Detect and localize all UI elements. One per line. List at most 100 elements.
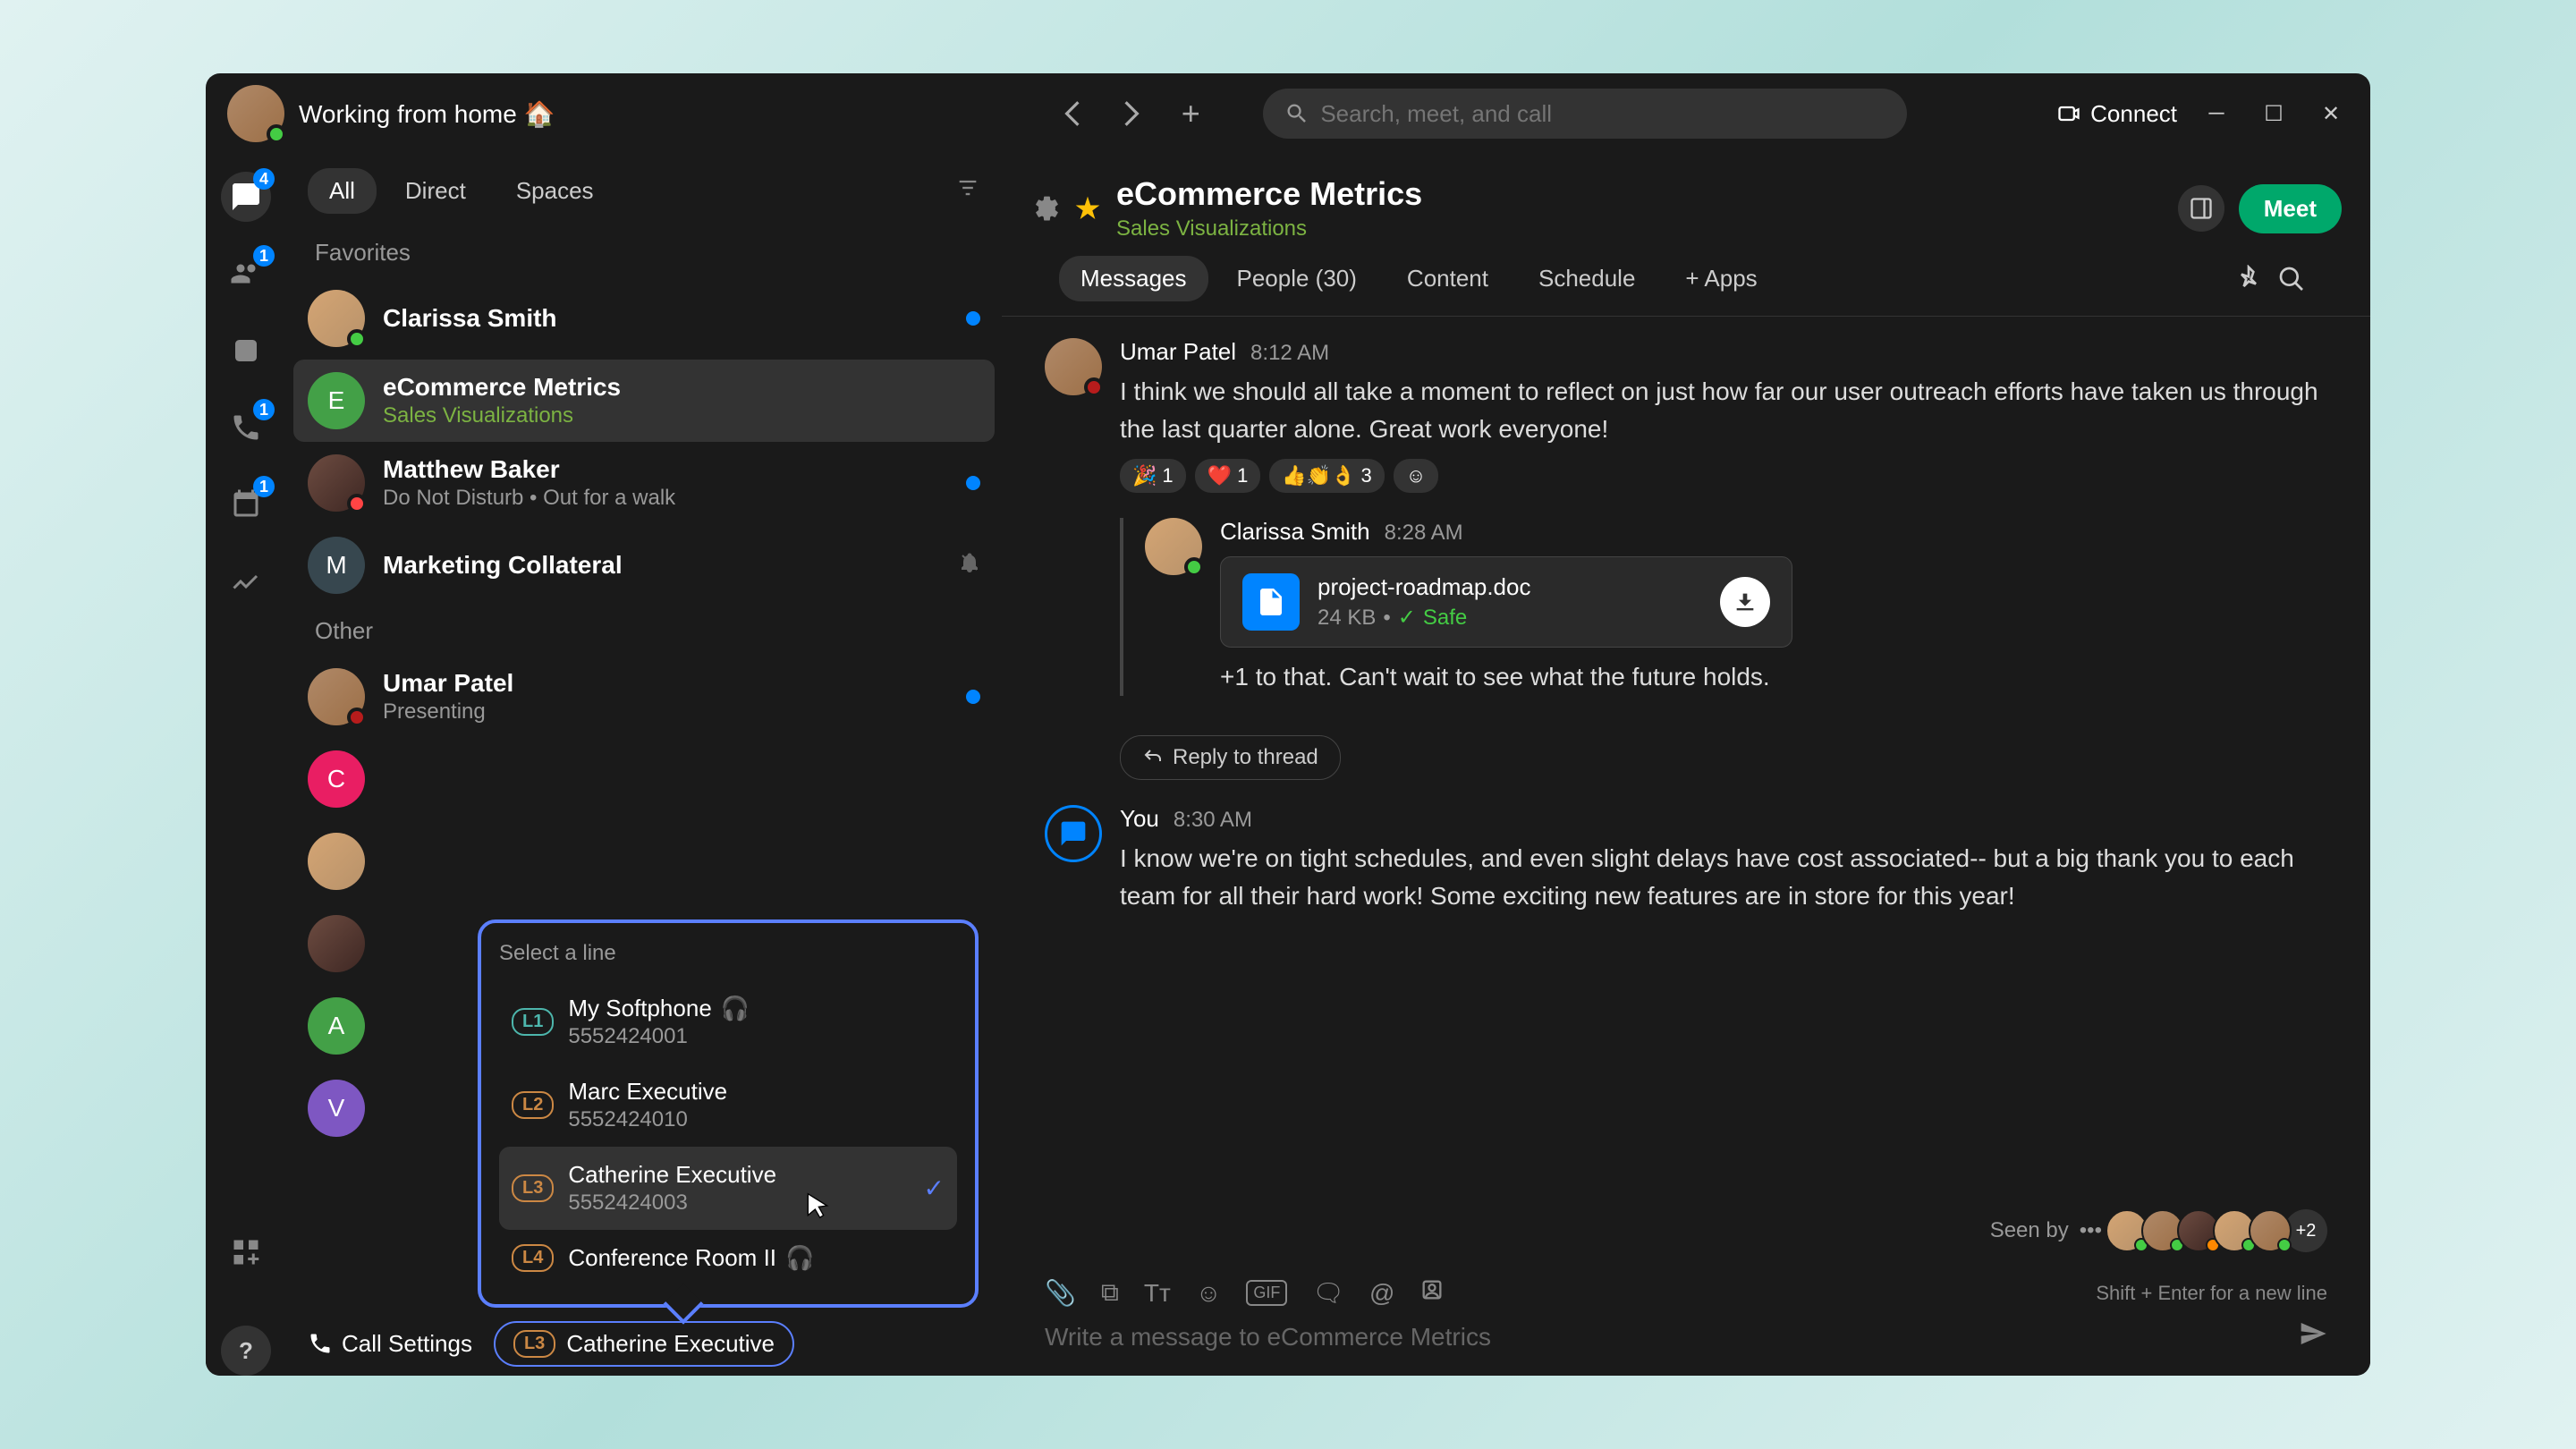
mention-icon[interactable]: @ <box>1369 1279 1394 1308</box>
search-bar[interactable] <box>1263 89 1907 139</box>
convo-matthew[interactable]: Matthew Baker Do Not Disturb • Out for a… <box>286 442 1002 524</box>
rail-help-icon[interactable]: ? <box>221 1326 271 1376</box>
reaction[interactable]: ❤️1 <box>1195 459 1261 493</box>
rail-analytics-icon[interactable] <box>221 556 271 606</box>
gif-icon[interactable]: GIF <box>1246 1280 1287 1306</box>
app-window: Working from home 🏠 + Connect ─ ☐ ✕ <box>206 73 2370 1376</box>
softphone-icon: 🎧 <box>721 995 750 1022</box>
pin-icon[interactable] <box>2234 265 2263 293</box>
message-avatar[interactable] <box>1145 518 1202 575</box>
seen-avatars[interactable]: +2 <box>2113 1209 2327 1252</box>
attach-icon[interactable]: 📎 <box>1045 1278 1076 1308</box>
calendar-badge: 1 <box>253 476 275 497</box>
download-button[interactable] <box>1720 577 1770 627</box>
avatar <box>308 833 365 890</box>
contacts-badge: 1 <box>253 245 275 267</box>
emoji-icon[interactable]: ☺ <box>1196 1279 1222 1308</box>
tab-schedule[interactable]: Schedule <box>1517 256 1657 301</box>
composer-input[interactable]: Write a message to eCommerce Metrics <box>1045 1319 2327 1354</box>
tab-direct[interactable]: Direct <box>384 168 487 214</box>
line-option-l2[interactable]: L2 Marc Executive 5552424010 <box>499 1063 957 1147</box>
active-line-selector[interactable]: L3 Catherine Executive <box>494 1321 794 1367</box>
line-option-l3[interactable]: L3 Catherine Executive 5552424003 ✓ <box>499 1147 957 1230</box>
avatar: C <box>308 750 365 808</box>
avatar: E <box>308 372 365 429</box>
connect-button[interactable]: Connect <box>2056 96 2177 131</box>
reactions: 🎉1 ❤️1 👍👏👌3 ☺ <box>1120 459 2327 493</box>
reaction[interactable]: 🎉1 <box>1120 459 1186 493</box>
search-in-chat-icon[interactable] <box>2277 265 2306 293</box>
tab-content[interactable]: Content <box>1385 256 1510 301</box>
sticker-icon[interactable]: 🗨 <box>1312 1278 1344 1308</box>
title-bar: Working from home 🏠 + Connect ─ ☐ ✕ <box>206 73 2370 154</box>
avatar <box>308 454 365 512</box>
rail-call-icon[interactable]: 1 <box>221 402 271 453</box>
panel-icon[interactable] <box>2178 185 2224 232</box>
composer-toolbar: 📎 ⧉ Tт ☺ GIF 🗨 @ Shift + Enter for a new… <box>1045 1277 2327 1309</box>
add-button[interactable]: + <box>1168 91 1213 136</box>
status-text[interactable]: Working from home 🏠 <box>299 99 555 129</box>
chat-tabs: Messages People (30) Content Schedule + … <box>1030 242 2342 301</box>
chat-area: eCommerce Metrics Sales Visualizations M… <box>1002 154 2370 1376</box>
person-icon[interactable] <box>1419 1277 1445 1309</box>
search-input[interactable] <box>1320 100 1885 128</box>
convo-hidden-1[interactable]: C <box>286 738 1002 820</box>
avatar: A <box>308 997 365 1055</box>
convo-hidden-2[interactable] <box>286 820 1002 902</box>
convo-clarissa[interactable]: Clarissa Smith <box>286 277 1002 360</box>
tab-apps[interactable]: + Apps <box>1664 256 1778 301</box>
room-icon: 🎧 <box>785 1244 814 1272</box>
screenshot-icon[interactable]: ⧉ <box>1101 1278 1119 1308</box>
reaction[interactable]: 👍👏👌3 <box>1269 459 1384 493</box>
convo-ecommerce[interactable]: E eCommerce Metrics Sales Visualizations <box>293 360 995 442</box>
nav-back-button[interactable] <box>1050 91 1095 136</box>
gear-icon[interactable] <box>1030 194 1059 223</box>
phone-icon <box>308 1331 333 1356</box>
rail-calendar-icon[interactable]: 1 <box>221 479 271 530</box>
tab-messages[interactable]: Messages <box>1059 256 1208 301</box>
search-icon <box>1284 101 1309 126</box>
star-icon[interactable] <box>1073 194 1102 223</box>
you-message-icon <box>1045 805 1102 862</box>
avatar <box>308 668 365 725</box>
unread-indicator <box>966 311 980 326</box>
sidebar-tabs: All Direct Spaces <box>286 154 1002 228</box>
tab-people[interactable]: People (30) <box>1216 256 1378 301</box>
rail-apps-icon[interactable] <box>221 1227 271 1277</box>
tab-spaces[interactable]: Spaces <box>495 168 615 214</box>
filter-icon[interactable] <box>955 175 980 207</box>
convo-marketing[interactable]: M Marketing Collateral <box>286 524 1002 606</box>
rail-teams-icon[interactable] <box>221 326 271 376</box>
line-option-l1[interactable]: L1 My Softphone 🎧 5552424001 <box>499 980 957 1063</box>
sidebar-bottom-bar: Call Settings L3 Catherine Executive <box>286 1311 1002 1376</box>
mute-icon <box>959 552 980 580</box>
reply-to-thread-button[interactable]: Reply to thread <box>1120 735 1341 780</box>
section-other: Other <box>286 606 1002 656</box>
avatar <box>308 290 365 347</box>
send-button[interactable] <box>2299 1319 2327 1354</box>
minimize-button[interactable]: ─ <box>2199 96 2234 131</box>
reply-thread: Clarissa Smith 8:28 AM project-roadmap.d… <box>1120 518 2327 696</box>
chat-badge: 4 <box>253 168 275 190</box>
meet-button[interactable]: Meet <box>2239 184 2342 233</box>
section-favorites: Favorites <box>286 228 1002 277</box>
file-attachment[interactable]: project-roadmap.doc 24 KB • ✓ Safe <box>1220 556 1792 648</box>
left-rail: 4 1 1 1 ? <box>206 154 286 1376</box>
call-settings-button[interactable]: Call Settings <box>308 1330 472 1358</box>
convo-umar[interactable]: Umar Patel Presenting <box>286 656 1002 738</box>
rail-chat-icon[interactable]: 4 <box>221 172 271 222</box>
nav-forward-button[interactable] <box>1109 91 1154 136</box>
user-avatar[interactable] <box>227 85 284 142</box>
avatar: V <box>308 1080 365 1137</box>
rail-contacts-icon[interactable]: 1 <box>221 249 271 299</box>
message-umar: Umar Patel 8:12 AM I think we should all… <box>1045 338 2327 493</box>
format-icon[interactable]: Tт <box>1144 1279 1171 1308</box>
close-button[interactable]: ✕ <box>2313 96 2349 131</box>
chat-header: eCommerce Metrics Sales Visualizations M… <box>1002 154 2370 317</box>
presence-indicator <box>267 124 286 144</box>
line-option-l4[interactable]: L4 Conference Room II 🎧 <box>499 1230 957 1286</box>
add-reaction[interactable]: ☺ <box>1394 459 1438 493</box>
maximize-button[interactable]: ☐ <box>2256 96 2292 131</box>
tab-all[interactable]: All <box>308 168 377 214</box>
message-avatar[interactable] <box>1045 338 1102 395</box>
